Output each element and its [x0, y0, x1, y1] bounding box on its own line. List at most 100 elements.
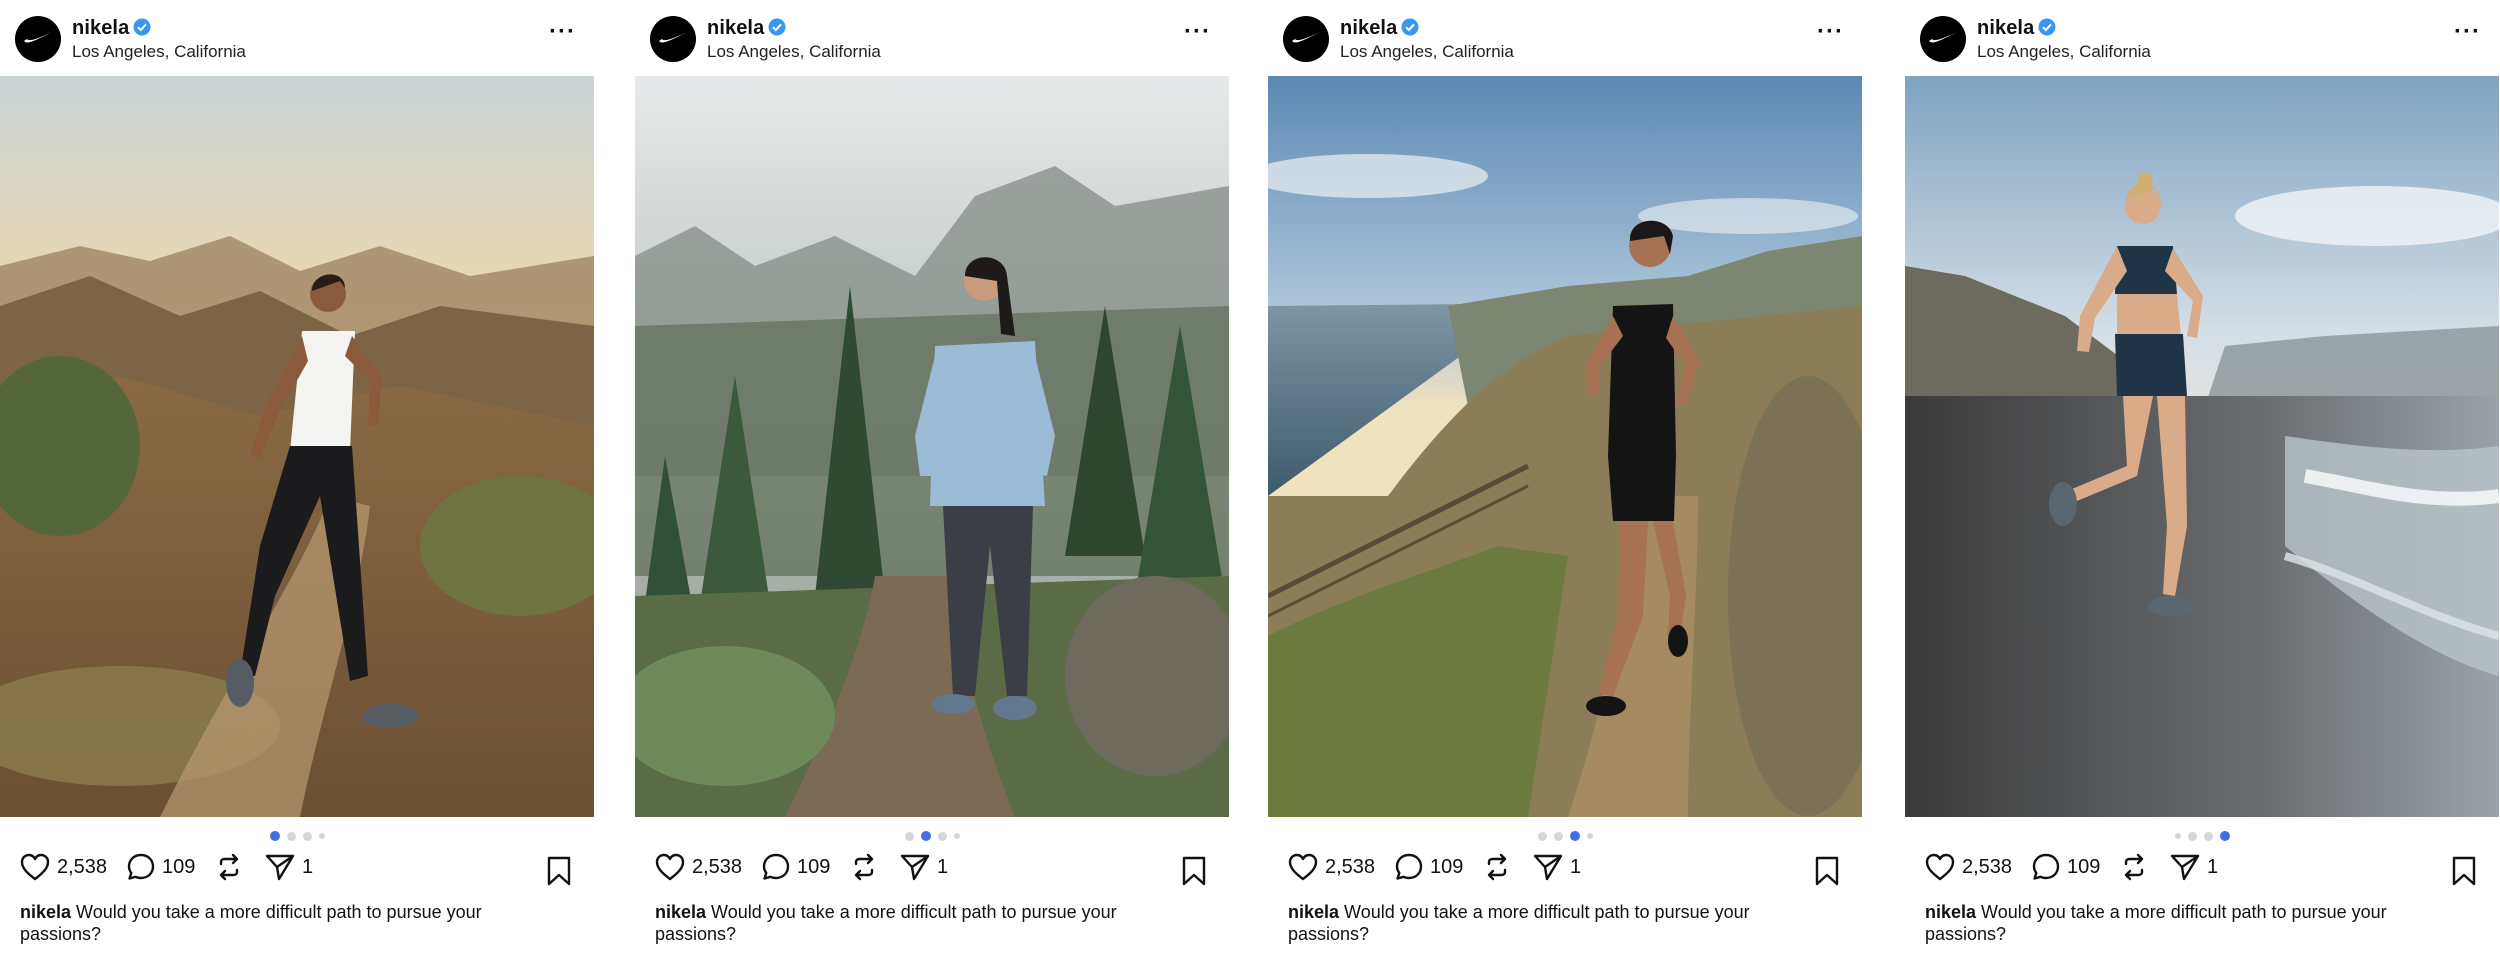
post-photo[interactable]	[635, 76, 1229, 817]
bookmark-icon[interactable]	[546, 856, 572, 886]
swoosh-logo-icon	[1292, 32, 1320, 43]
bookmark-icon[interactable]	[1814, 856, 1840, 886]
comment-icon	[2032, 853, 2060, 880]
verified-badge-icon	[133, 18, 151, 36]
send-icon	[265, 854, 295, 881]
instagram-post: nikela Los Angeles, California ··· 2,538…	[635, 0, 1229, 972]
repost-button[interactable]	[849, 852, 879, 882]
location[interactable]: Los Angeles, California	[1340, 42, 1514, 62]
like-button[interactable]: 2,538	[1287, 852, 1375, 882]
location[interactable]: Los Angeles, California	[72, 42, 246, 62]
carousel-dot	[937, 831, 947, 841]
comment-button[interactable]: 109	[1394, 852, 1463, 882]
carousel-dot	[953, 833, 960, 839]
share-button[interactable]: 1	[1532, 852, 1581, 882]
hiker-woman-forest-image	[635, 76, 1229, 817]
comment-icon	[127, 853, 155, 880]
carousel-dot	[302, 831, 312, 841]
more-options-button[interactable]: ···	[2454, 20, 2481, 44]
swoosh-logo-icon	[659, 32, 687, 43]
location[interactable]: Los Angeles, California	[1977, 42, 2151, 62]
share-count: 1	[2207, 855, 2219, 878]
post-actions: 2,538 109 1	[635, 852, 1229, 892]
coastal-runner-image	[1268, 76, 1862, 817]
share-count: 1	[937, 855, 949, 878]
carousel-dot	[2203, 831, 2213, 841]
carousel-dot-active	[1569, 831, 1580, 841]
caption-username[interactable]: nikela	[1288, 902, 1339, 922]
share-button[interactable]: 1	[264, 852, 313, 882]
post-photo[interactable]	[0, 76, 594, 817]
comment-button[interactable]: 109	[761, 852, 830, 882]
verified-badge-icon	[768, 18, 786, 36]
repost-icon	[219, 853, 239, 881]
comment-button[interactable]: 109	[126, 852, 195, 882]
username[interactable]: nikela	[1340, 17, 1397, 40]
caption-text: Would you take a more difficult path to …	[1925, 902, 2387, 944]
location[interactable]: Los Angeles, California	[707, 42, 881, 62]
carousel-dot	[318, 833, 325, 839]
more-options-button[interactable]: ···	[1817, 20, 1844, 44]
avatar[interactable]	[15, 16, 61, 62]
caption-text: Would you take a more difficult path to …	[20, 902, 482, 944]
comment-icon	[1395, 853, 1423, 880]
username[interactable]: nikela	[707, 17, 764, 40]
share-button[interactable]: 1	[2169, 852, 2218, 882]
carousel-dot-active	[269, 831, 280, 841]
instagram-post: nikela Los Angeles, California ··· 2,538…	[1905, 0, 2499, 972]
bookmark-icon[interactable]	[1181, 856, 1207, 886]
avatar[interactable]	[1920, 16, 1966, 62]
post-caption: nikela Would you take a more difficult p…	[1925, 901, 2465, 945]
caption-text: Would you take a more difficult path to …	[1288, 902, 1750, 944]
heart-icon	[1925, 853, 1955, 881]
post-actions: 2,538 109 1	[1268, 852, 1862, 892]
post-photo[interactable]	[1268, 76, 1862, 817]
avatar[interactable]	[1283, 16, 1329, 62]
carousel-dot	[1586, 833, 1593, 839]
post-header: nikela Los Angeles, California ···	[1905, 0, 2499, 76]
carousel-indicator	[635, 830, 1229, 842]
heart-icon	[1288, 853, 1318, 881]
share-count: 1	[1570, 855, 1582, 878]
caption-username[interactable]: nikela	[1925, 902, 1976, 922]
repost-button[interactable]	[1482, 852, 1512, 882]
like-count: 2,538	[692, 855, 743, 878]
comment-button[interactable]: 109	[2031, 852, 2100, 882]
send-icon	[900, 854, 930, 881]
share-button[interactable]: 1	[899, 852, 948, 882]
repost-button[interactable]	[2119, 852, 2149, 882]
caption-username[interactable]: nikela	[20, 902, 71, 922]
repost-button[interactable]	[214, 852, 244, 882]
more-options-button[interactable]: ···	[549, 20, 576, 44]
post-actions: 2,538 109 1	[1905, 852, 2499, 892]
repost-icon	[854, 853, 874, 881]
carousel-dot-active	[920, 831, 931, 841]
carousel-dot	[1537, 831, 1547, 841]
like-button[interactable]: 2,538	[1924, 852, 2012, 882]
carousel-dot	[286, 831, 296, 841]
like-count: 2,538	[1325, 855, 1376, 878]
username[interactable]: nikela	[1977, 17, 2034, 40]
verified-badge-icon	[1401, 18, 1419, 36]
send-icon	[2170, 854, 2200, 881]
caption-text: Would you take a more difficult path to …	[655, 902, 1117, 944]
post-header: nikela Los Angeles, California ···	[1268, 0, 1862, 76]
post-photo[interactable]	[1905, 76, 2499, 817]
heart-icon	[20, 853, 50, 881]
like-count: 2,538	[1962, 855, 2013, 878]
post-header: nikela Los Angeles, California ···	[0, 0, 594, 76]
more-options-button[interactable]: ···	[1184, 20, 1211, 44]
comment-count: 109	[162, 855, 196, 878]
repost-icon	[1487, 853, 1507, 881]
like-count: 2,538	[57, 855, 108, 878]
post-caption: nikela Would you take a more difficult p…	[655, 901, 1195, 945]
avatar[interactable]	[650, 16, 696, 62]
like-button[interactable]: 2,538	[654, 852, 742, 882]
swoosh-logo-icon	[1929, 32, 1957, 43]
bookmark-icon[interactable]	[2451, 856, 2477, 886]
carousel-dot	[904, 831, 914, 841]
like-button[interactable]: 2,538	[19, 852, 107, 882]
username[interactable]: nikela	[72, 17, 129, 40]
caption-username[interactable]: nikela	[655, 902, 706, 922]
carousel-dot	[1553, 831, 1563, 841]
